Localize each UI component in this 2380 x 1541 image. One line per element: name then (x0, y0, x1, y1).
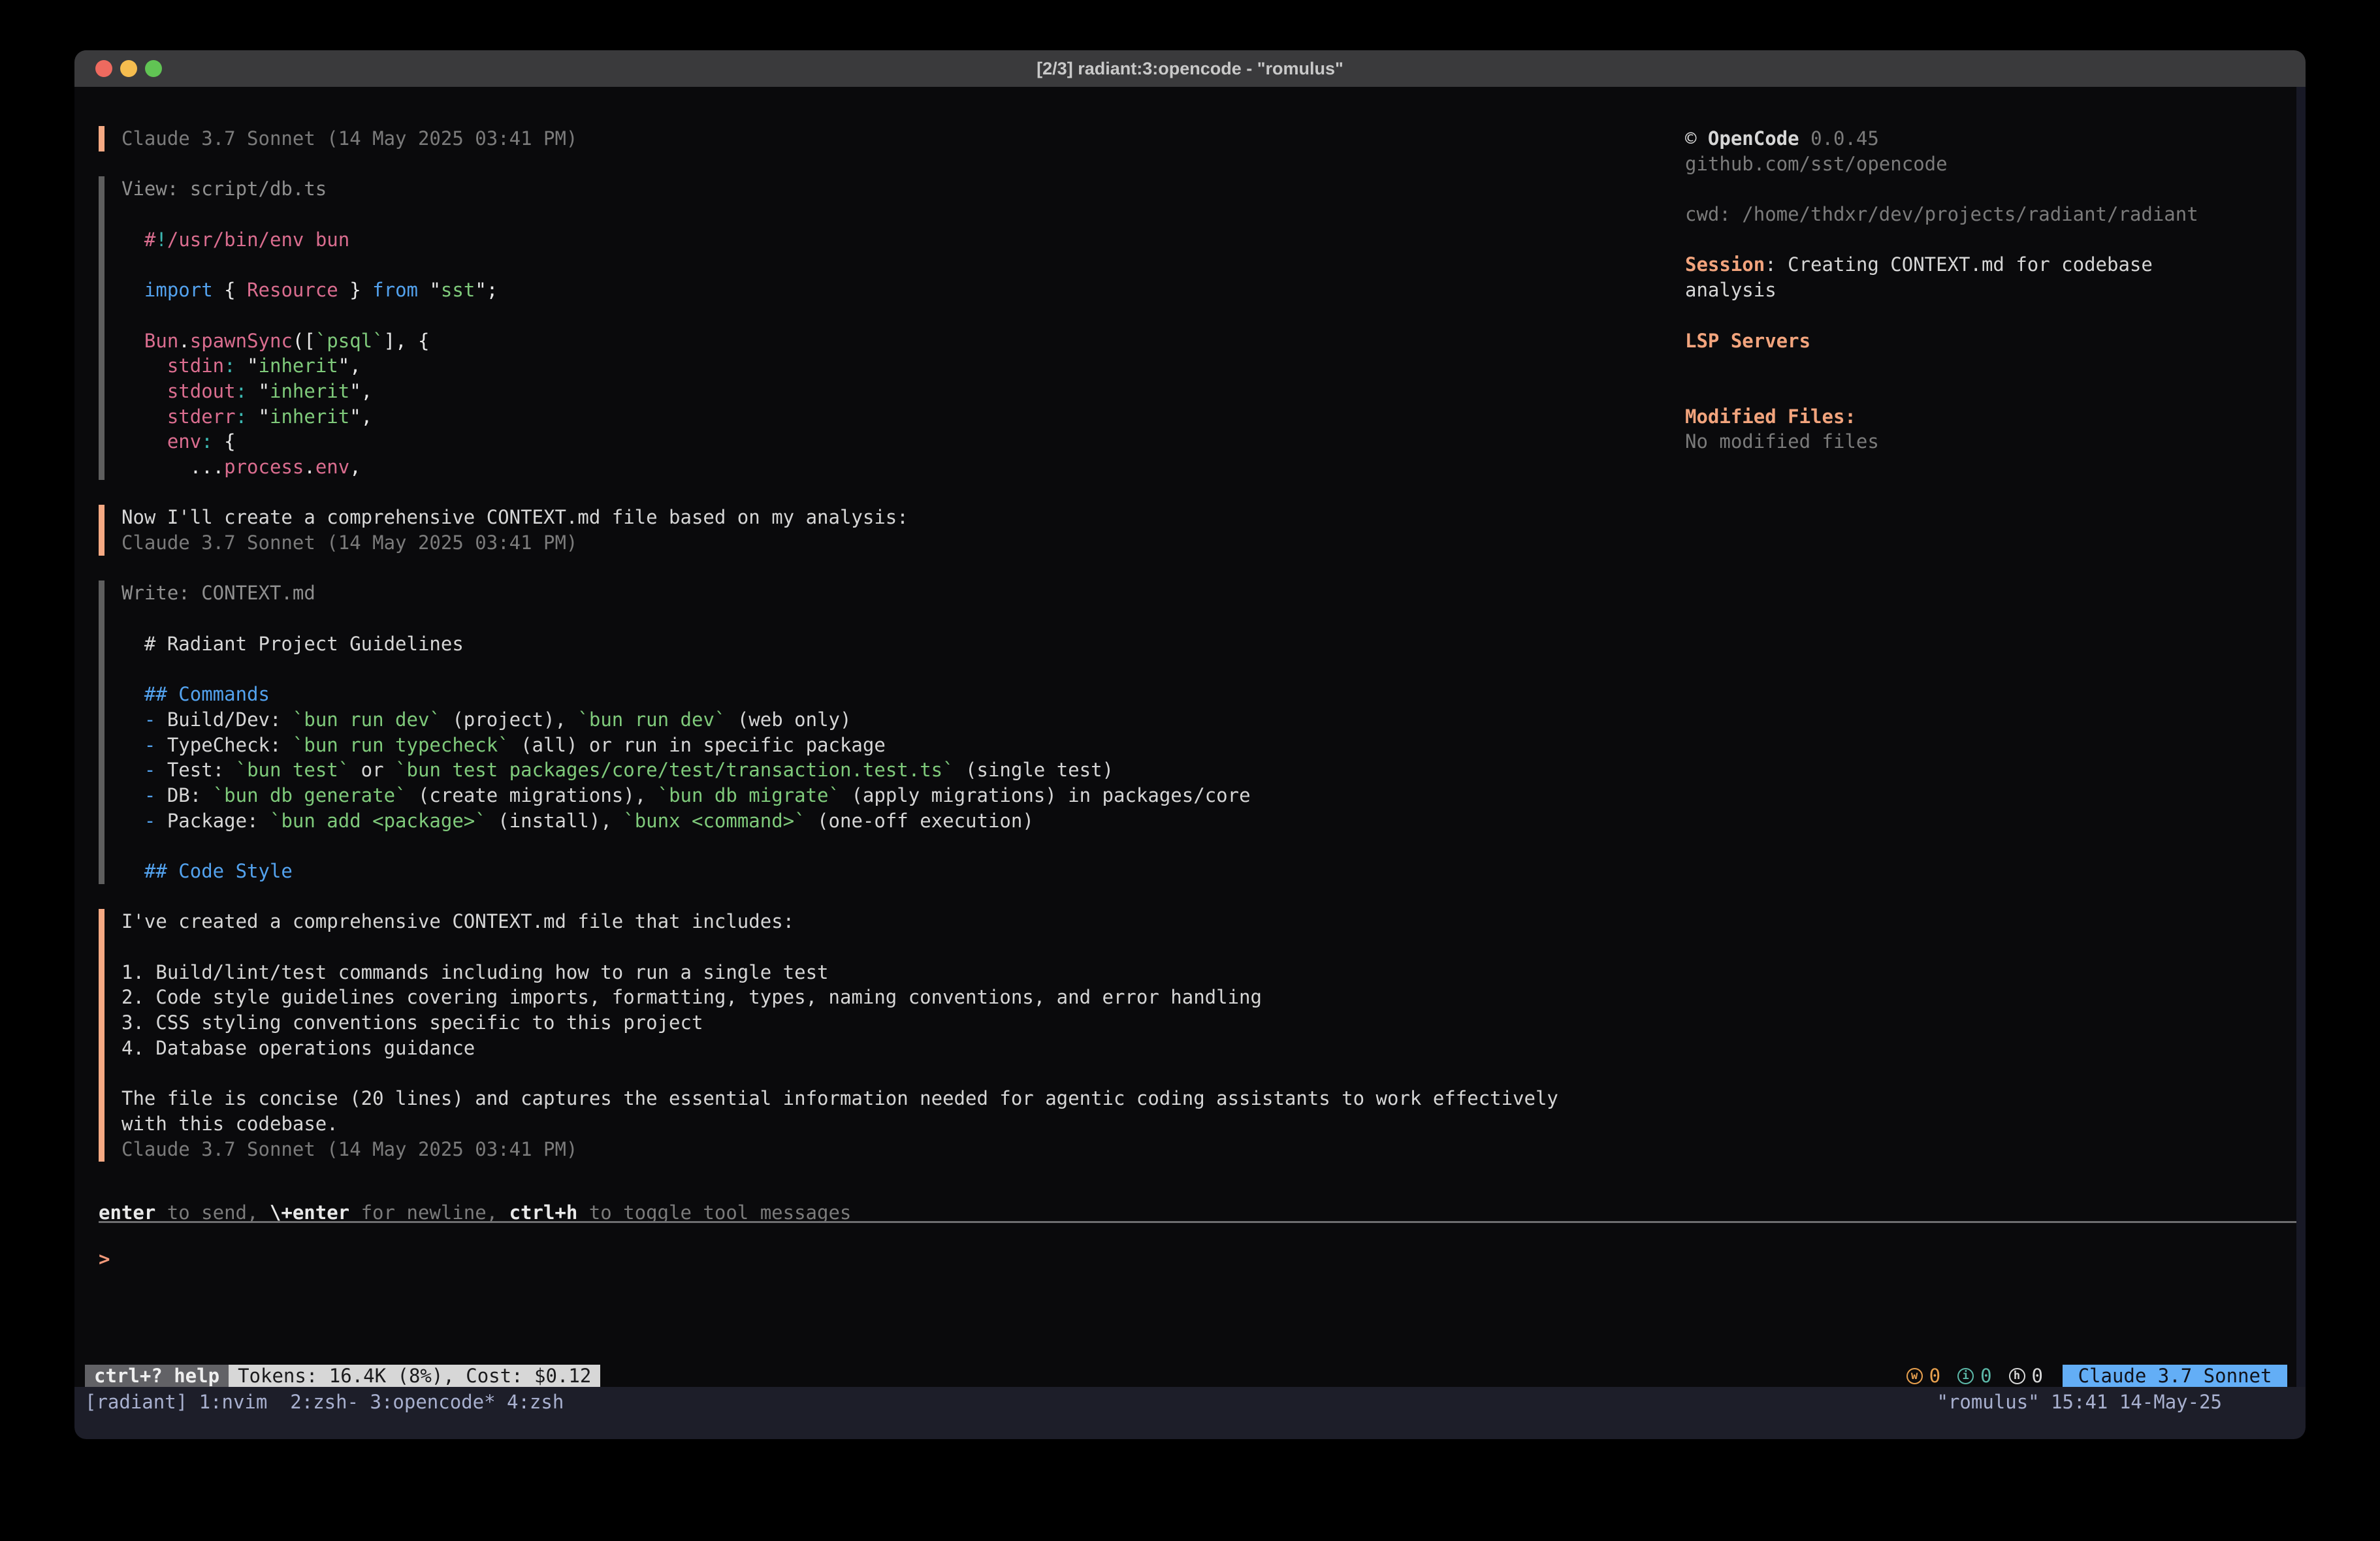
chat-line (121, 934, 1660, 960)
diagnostics-counters: w0 i0 h0 (1896, 1365, 2043, 1387)
tool-message-block: View: script/db.ts #!/usr/bin/env bun im… (99, 176, 1660, 479)
info-icon: i (1957, 1368, 1974, 1384)
hint-count: h0 (2009, 1363, 2043, 1389)
prompt-input[interactable]: > (99, 1247, 110, 1272)
sidebar-line: No modified files (1685, 429, 2306, 454)
sidebar-line (1685, 227, 2306, 253)
sidebar-line: Session: Creating CONTEXT.md for codebas… (1685, 252, 2306, 278)
assistant-message-block: Claude 3.7 Sonnet (14 May 2025 03:41 PM) (99, 126, 1660, 151)
tmux-session-windows[interactable]: [radiant] 1:nvim 2:zsh- 3:opencode* 4:zs… (85, 1390, 564, 1415)
close-button-icon[interactable] (95, 60, 112, 77)
chat-line (121, 833, 1660, 859)
assistant-message-block: I've created a comprehensive CONTEXT.md … (99, 909, 1660, 1162)
input-divider (99, 1221, 2296, 1223)
tmux-statusbar: [radiant] 1:nvim 2:zsh- 3:opencode* 4:zs… (74, 1387, 2306, 1439)
chat-line: ## Code Style (121, 859, 1660, 884)
chat-line: Bun.spawnSync([`psql`], { (121, 328, 1660, 354)
chat-line (121, 656, 1660, 682)
chat-line: - DB: `bun db generate` (create migratio… (121, 783, 1660, 808)
chat-line: ...process.env, (121, 454, 1660, 480)
chat-line: ## Commands (121, 682, 1660, 707)
tool-message-block: Write: CONTEXT.md # Radiant Project Guid… (99, 580, 1660, 883)
sidebar-line (1685, 176, 2306, 202)
chat-line: 4. Database operations guidance (121, 1036, 1660, 1061)
sidebar-line (1685, 353, 2306, 379)
chat-line: stderr: "inherit", (121, 404, 1660, 430)
chat-line: Claude 3.7 Sonnet (14 May 2025 03:41 PM) (121, 530, 1660, 556)
tmux-host-clock: "romulus" 15:41 14-May-25 (1937, 1390, 2223, 1415)
chat-line: Claude 3.7 Sonnet (14 May 2025 03:41 PM) (121, 1137, 1660, 1162)
chat-line: env: { (121, 429, 1660, 454)
scrollbar-track[interactable] (2296, 87, 2306, 1387)
chat-line: with this codebase. (121, 1111, 1660, 1137)
chat-line: Claude 3.7 Sonnet (14 May 2025 03:41 PM) (121, 126, 1660, 151)
sidebar-line: © OpenCode 0.0.45 (1685, 126, 2306, 151)
sidebar-line (1685, 379, 2306, 404)
minimize-button-icon[interactable] (120, 60, 137, 77)
chat-line: Now I'll create a comprehensive CONTEXT.… (121, 505, 1660, 530)
chat-line: 3. CSS styling conventions specific to t… (121, 1010, 1660, 1036)
chat-line (121, 303, 1660, 328)
chat-line: - TypeCheck: `bun run typecheck` (all) o… (121, 733, 1660, 758)
terminal-window: [2/3] radiant:3:opencode - "romulus" Cla… (74, 50, 2306, 1439)
chat-line: 1. Build/lint/test commands including ho… (121, 960, 1660, 985)
assistant-message-block: Now I'll create a comprehensive CONTEXT.… (99, 505, 1660, 555)
info-count: i0 (1957, 1363, 1991, 1389)
chat-line: - Build/Dev: `bun run dev` (project), `b… (121, 707, 1660, 733)
zoom-button-icon[interactable] (145, 60, 162, 77)
chat-line: 2. Code style guidelines covering import… (121, 985, 1660, 1010)
warning-icon: w (1906, 1368, 1923, 1384)
chat-line: - Test: `bun test` or `bun test packages… (121, 757, 1660, 783)
sidebar-line: Modified Files: (1685, 404, 2306, 430)
tokens-cost-badge: Tokens: 16.4K (8%), Cost: $0.12 (229, 1365, 600, 1387)
session-sidebar: © OpenCode 0.0.45github.com/sst/opencode… (1685, 126, 2306, 454)
chat-line: #!/usr/bin/env bun (121, 227, 1660, 253)
sidebar-line (1685, 303, 2306, 328)
window-titlebar[interactable]: [2/3] radiant:3:opencode - "romulus" (74, 50, 2306, 87)
chat-line: View: script/db.ts (121, 176, 1660, 202)
chat-line: Write: CONTEXT.md (121, 580, 1660, 606)
warning-count: w0 (1906, 1363, 1940, 1389)
sidebar-line: cwd: /home/thdxr/dev/projects/radiant/ra… (1685, 202, 2306, 227)
chat-line: The file is concise (20 lines) and captu… (121, 1086, 1660, 1111)
sidebar-line: LSP Servers (1685, 328, 2306, 354)
chat-transcript[interactable]: Claude 3.7 Sonnet (14 May 2025 03:41 PM)… (99, 126, 1660, 1187)
chat-line: stdout: "inherit", (121, 379, 1660, 404)
chat-line: stdin: "inherit", (121, 353, 1660, 379)
sidebar-line: analysis (1685, 278, 2306, 303)
chat-line: I've created a comprehensive CONTEXT.md … (121, 909, 1660, 934)
statusbar-spacer (600, 1365, 1895, 1387)
sidebar-line: github.com/sst/opencode (1685, 151, 2306, 177)
chat-line (121, 202, 1660, 227)
chat-line (121, 606, 1660, 631)
chat-line (121, 252, 1660, 278)
opencode-statusbar: ctrl+? help Tokens: 16.4K (8%), Cost: $0… (85, 1365, 2296, 1387)
traffic-lights (95, 50, 162, 87)
model-badge[interactable]: Claude 3.7 Sonnet (2063, 1365, 2287, 1387)
hint-icon: h (2009, 1368, 2025, 1384)
chat-line: # Radiant Project Guidelines (121, 631, 1660, 657)
chat-line (121, 1060, 1660, 1086)
chat-line: import { Resource } from "sst"; (121, 278, 1660, 303)
chat-line: - Package: `bun add <package>` (install)… (121, 808, 1660, 834)
window-title: [2/3] radiant:3:opencode - "romulus" (1037, 59, 1343, 79)
prompt-caret: > (99, 1248, 110, 1270)
help-shortcut-badge[interactable]: ctrl+? help (85, 1365, 229, 1387)
